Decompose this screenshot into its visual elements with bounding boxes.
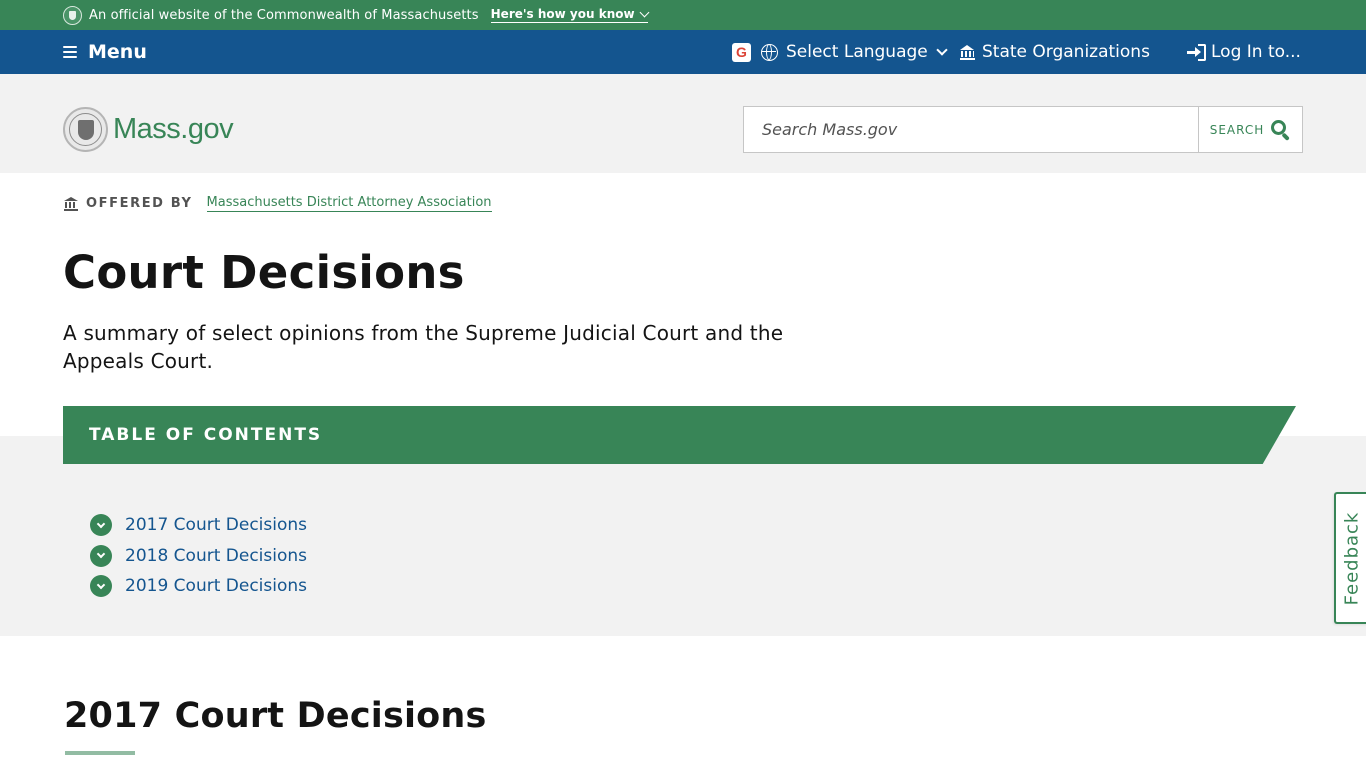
toc-link[interactable]: 2019 Court Decisions xyxy=(125,576,307,596)
seal-icon xyxy=(63,107,108,152)
search-form: SEARCH xyxy=(743,106,1303,153)
seal-icon xyxy=(63,5,82,25)
hamburger-icon xyxy=(63,46,77,58)
official-text: An official website of the Commonwealth … xyxy=(89,7,479,23)
state-organizations-label: State Organizations xyxy=(982,42,1150,62)
toc-list: 2017 Court Decisions 2018 Court Decision… xyxy=(90,510,307,602)
search-button-label: SEARCH xyxy=(1209,122,1265,137)
section-heading: 2017 Court Decisions xyxy=(64,696,487,736)
chevron-down-circle-icon xyxy=(90,544,112,567)
search-icon xyxy=(1271,119,1291,141)
how-you-know-label: Here's how you know xyxy=(490,7,635,21)
sign-in-icon xyxy=(1187,43,1206,61)
site-header: Mass.gov SEARCH xyxy=(0,74,1366,173)
google-translate-icon: G xyxy=(732,42,751,62)
official-banner: An official website of the Commonwealth … xyxy=(0,0,1366,30)
login-button[interactable]: Log In to... xyxy=(1187,30,1301,74)
page-title: Court Decisions xyxy=(63,246,465,299)
offered-by-org-link[interactable]: Massachusetts District Attorney Associat… xyxy=(206,195,492,212)
mass-gov-logo[interactable]: Mass.gov xyxy=(63,107,234,152)
offered-by-label: OFFERED BY xyxy=(86,196,193,211)
chevron-down-icon xyxy=(639,7,650,17)
chevron-down-icon xyxy=(936,43,948,56)
toc-item[interactable]: 2017 Court Decisions xyxy=(90,510,307,541)
search-button[interactable]: SEARCH xyxy=(1198,107,1302,152)
search-input[interactable] xyxy=(744,107,1198,152)
building-icon xyxy=(960,44,975,60)
state-organizations-button[interactable]: State Organizations xyxy=(960,30,1150,74)
login-label: Log In to... xyxy=(1211,42,1301,62)
logo-text: Mass.gov xyxy=(113,113,234,145)
toc-item[interactable]: 2018 Court Decisions xyxy=(90,541,307,572)
toc-title: TABLE OF CONTENTS xyxy=(89,425,323,445)
language-label: Select Language xyxy=(786,42,928,62)
language-selector[interactable]: G Select Language xyxy=(732,30,948,74)
toc-link[interactable]: 2018 Court Decisions xyxy=(125,546,307,566)
toc-link[interactable]: 2017 Court Decisions xyxy=(125,515,307,535)
toc-header: TABLE OF CONTENTS xyxy=(63,406,1296,464)
section-underline xyxy=(65,751,135,755)
feedback-tab[interactable]: Feedback xyxy=(1334,492,1366,624)
chevron-down-circle-icon xyxy=(90,514,112,537)
feedback-label: Feedback xyxy=(1341,511,1363,605)
toc-item[interactable]: 2019 Court Decisions xyxy=(90,571,307,602)
page-subtitle: A summary of select opinions from the Su… xyxy=(63,321,784,373)
menu-label: Menu xyxy=(88,41,147,63)
menu-button[interactable]: Menu xyxy=(63,30,147,74)
chevron-down-circle-icon xyxy=(90,575,112,598)
how-you-know-link[interactable]: Here's how you know xyxy=(490,7,650,23)
building-icon xyxy=(64,196,78,211)
globe-icon xyxy=(761,43,778,61)
utility-nav: Menu G Select Language State Organizatio… xyxy=(0,30,1366,74)
offered-by: OFFERED BY Massachusetts District Attorn… xyxy=(64,195,492,212)
